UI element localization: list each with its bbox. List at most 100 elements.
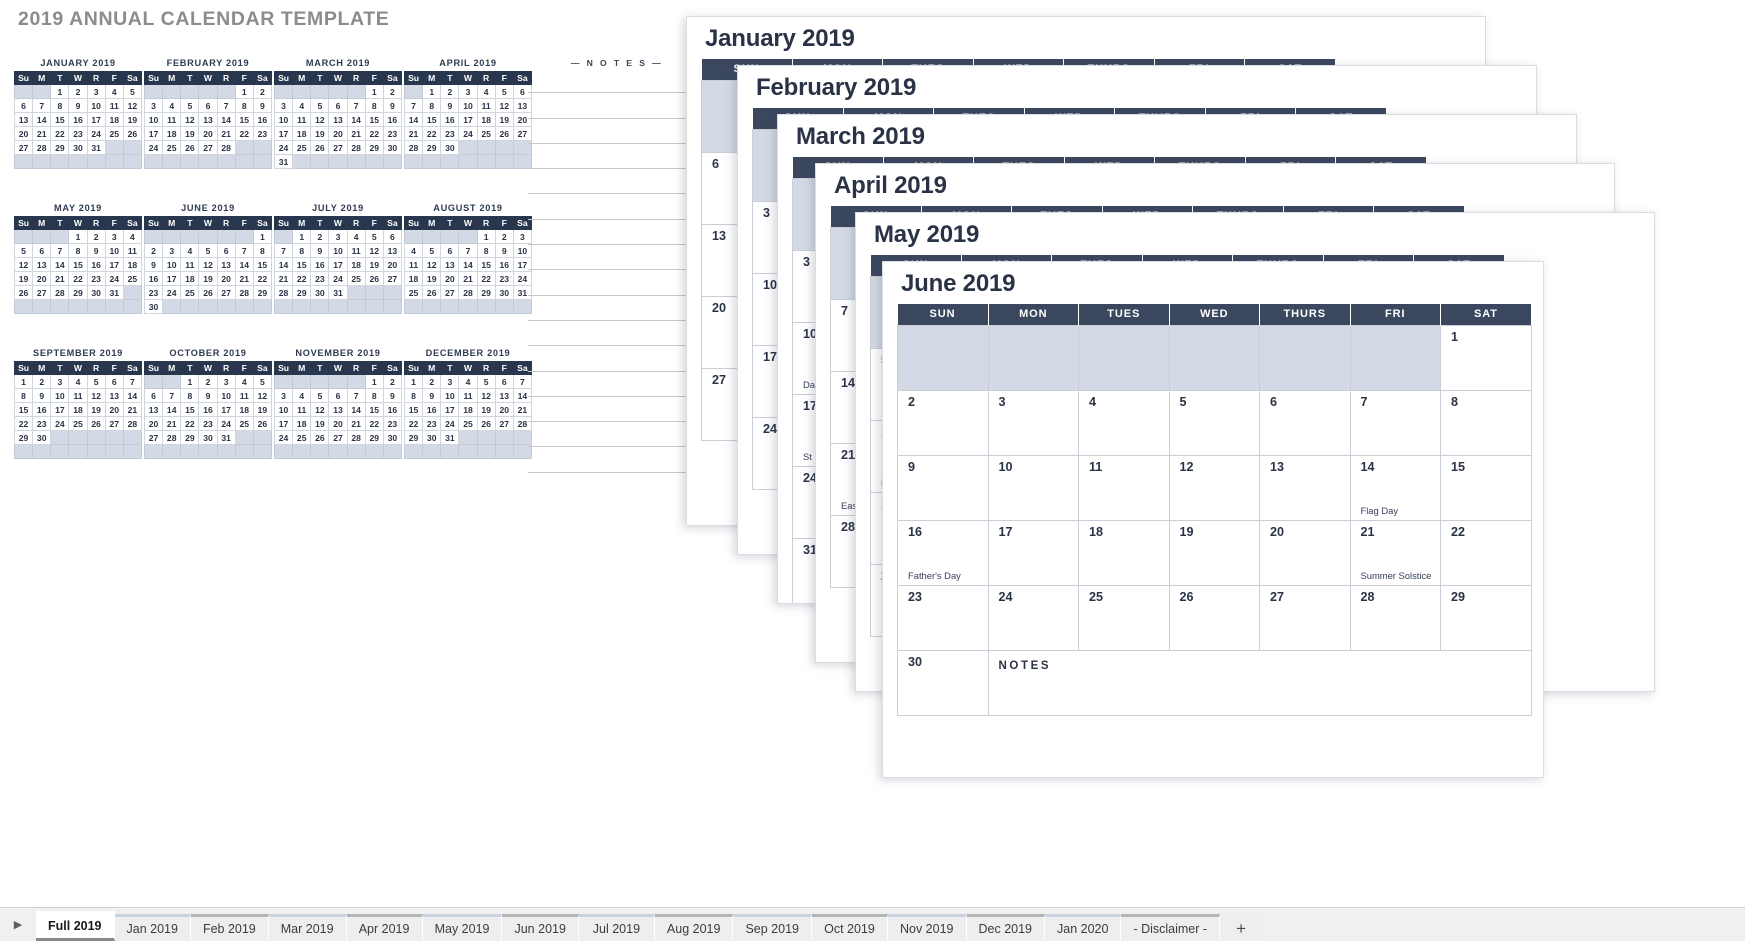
mini-day-cell[interactable]: 11 xyxy=(122,243,143,258)
mini-day-cell[interactable]: 26 xyxy=(364,271,384,286)
mini-day-cell[interactable]: 11 xyxy=(403,257,424,272)
mini-day-cell[interactable]: 22 xyxy=(234,126,254,141)
mini-day-cell[interactable]: 17 xyxy=(440,402,460,417)
sheet-tab-oct-2019[interactable]: Oct 2019 xyxy=(811,914,888,941)
mini-day-cell-empty[interactable] xyxy=(143,84,164,99)
mini-day-cell[interactable]: 6 xyxy=(104,374,124,389)
mini-day-cell[interactable]: 13 xyxy=(494,388,514,403)
mini-day-cell-empty[interactable] xyxy=(86,299,106,314)
day-cell[interactable]: 2 xyxy=(897,389,989,456)
mini-day-cell[interactable]: 3 xyxy=(458,84,478,99)
mini-day-cell[interactable]: 5 xyxy=(198,243,218,258)
day-cell[interactable]: 10 xyxy=(987,454,1079,521)
mini-day-cell[interactable]: 19 xyxy=(476,402,496,417)
sheet-tab-sep-2019[interactable]: Sep 2019 xyxy=(733,914,812,941)
mini-day-cell-empty[interactable] xyxy=(104,154,124,169)
mini-day-cell[interactable]: 1 xyxy=(50,84,70,99)
mini-day-cell[interactable]: 19 xyxy=(364,257,384,272)
mini-day-cell[interactable]: 7 xyxy=(346,98,366,113)
mini-day-cell[interactable]: 17 xyxy=(162,271,182,286)
mini-day-cell[interactable]: 11 xyxy=(68,388,88,403)
mini-day-cell[interactable]: 7 xyxy=(273,243,294,258)
mini-day-cell-empty[interactable] xyxy=(422,154,442,169)
day-cell[interactable]: 5 xyxy=(1168,389,1260,456)
mini-day-cell[interactable]: 23 xyxy=(198,416,218,431)
mini-day-cell[interactable]: 13 xyxy=(13,112,34,127)
mini-day-cell[interactable]: 2 xyxy=(382,84,403,99)
mini-day-cell-empty[interactable] xyxy=(162,229,182,244)
mini-day-cell-empty[interactable] xyxy=(346,285,366,300)
note-line[interactable] xyxy=(528,372,706,397)
mini-day-cell-empty[interactable] xyxy=(162,84,182,99)
mini-day-cell-empty[interactable] xyxy=(13,229,34,244)
mini-day-cell[interactable]: 31 xyxy=(273,154,294,169)
mini-day-cell[interactable]: 9 xyxy=(382,388,403,403)
note-line[interactable] xyxy=(528,321,706,347)
mini-day-cell[interactable]: 20 xyxy=(198,126,218,141)
mini-day-cell[interactable]: 22 xyxy=(422,126,442,141)
mini-day-cell[interactable]: 1 xyxy=(292,229,312,244)
mini-day-cell[interactable]: 27 xyxy=(13,140,34,155)
mini-day-cell[interactable]: 8 xyxy=(364,388,384,403)
mini-day-cell[interactable]: 12 xyxy=(180,112,200,127)
mini-day-cell[interactable]: 13 xyxy=(32,257,52,272)
mini-day-cell[interactable]: 11 xyxy=(162,112,182,127)
mini-day-cell-empty[interactable] xyxy=(382,299,403,314)
mini-day-cell[interactable]: 29 xyxy=(13,430,34,445)
mini-day-cell-empty[interactable] xyxy=(328,154,348,169)
mini-day-cell[interactable]: 15 xyxy=(13,402,34,417)
mini-day-cell-empty[interactable] xyxy=(32,154,52,169)
day-cell[interactable]: 22 xyxy=(1440,519,1532,586)
mini-day-cell-empty[interactable] xyxy=(162,154,182,169)
mini-day-cell[interactable]: 6 xyxy=(382,229,403,244)
mini-day-cell[interactable]: 27 xyxy=(104,416,124,431)
mini-day-cell[interactable]: 5 xyxy=(86,374,106,389)
mini-day-cell[interactable]: 17 xyxy=(104,257,124,272)
mini-day-cell-empty[interactable] xyxy=(310,154,330,169)
mini-day-cell[interactable]: 13 xyxy=(382,243,403,258)
mini-day-cell-empty[interactable] xyxy=(364,154,384,169)
mini-day-cell[interactable]: 6 xyxy=(143,388,164,403)
mini-day-cell[interactable]: 22 xyxy=(364,126,384,141)
mini-day-cell-empty[interactable] xyxy=(403,299,424,314)
mini-day-cell[interactable]: 9 xyxy=(68,98,88,113)
mini-day-cell[interactable]: 31 xyxy=(104,285,124,300)
mini-day-cell[interactable]: 9 xyxy=(86,243,106,258)
mini-day-cell[interactable]: 13 xyxy=(328,112,348,127)
mini-day-cell[interactable]: 17 xyxy=(86,112,106,127)
mini-day-cell-empty[interactable] xyxy=(476,299,496,314)
mini-day-cell[interactable]: 14 xyxy=(346,402,366,417)
mini-day-cell-empty[interactable] xyxy=(234,299,254,314)
mini-day-cell[interactable]: 7 xyxy=(216,98,236,113)
mini-day-cell[interactable]: 28 xyxy=(234,285,254,300)
mini-day-cell-empty[interactable] xyxy=(68,154,88,169)
mini-day-cell-empty[interactable] xyxy=(50,299,70,314)
mini-day-cell[interactable]: 8 xyxy=(68,243,88,258)
mini-day-cell[interactable]: 15 xyxy=(252,257,273,272)
mini-day-cell[interactable]: 21 xyxy=(162,416,182,431)
mini-day-cell[interactable]: 16 xyxy=(382,112,403,127)
mini-day-cell[interactable]: 21 xyxy=(32,126,52,141)
mini-day-cell-empty[interactable] xyxy=(273,444,294,459)
mini-day-cell[interactable]: 2 xyxy=(494,229,514,244)
mini-day-cell[interactable]: 18 xyxy=(234,402,254,417)
mini-day-cell[interactable]: 1 xyxy=(364,84,384,99)
note-line[interactable] xyxy=(528,194,706,220)
mini-day-cell-empty[interactable] xyxy=(364,285,384,300)
mini-day-cell[interactable]: 30 xyxy=(143,299,164,314)
day-cell-empty[interactable] xyxy=(897,324,989,391)
mini-day-cell[interactable]: 4 xyxy=(68,374,88,389)
mini-day-cell[interactable]: 17 xyxy=(273,126,294,141)
sheet-tab-jun-2019[interactable]: Jun 2019 xyxy=(502,914,579,941)
mini-day-cell[interactable]: 15 xyxy=(292,257,312,272)
mini-day-cell[interactable]: 9 xyxy=(252,98,273,113)
mini-day-cell[interactable]: 10 xyxy=(50,388,70,403)
mini-day-cell[interactable]: 3 xyxy=(273,388,294,403)
mini-day-cell[interactable]: 7 xyxy=(346,388,366,403)
mini-day-cell[interactable]: 25 xyxy=(403,285,424,300)
mini-day-cell-empty[interactable] xyxy=(494,444,514,459)
mini-day-cell-empty[interactable] xyxy=(180,229,200,244)
mini-day-cell[interactable]: 11 xyxy=(104,98,124,113)
mini-day-cell-empty[interactable] xyxy=(122,140,143,155)
mini-day-cell-empty[interactable] xyxy=(13,444,34,459)
